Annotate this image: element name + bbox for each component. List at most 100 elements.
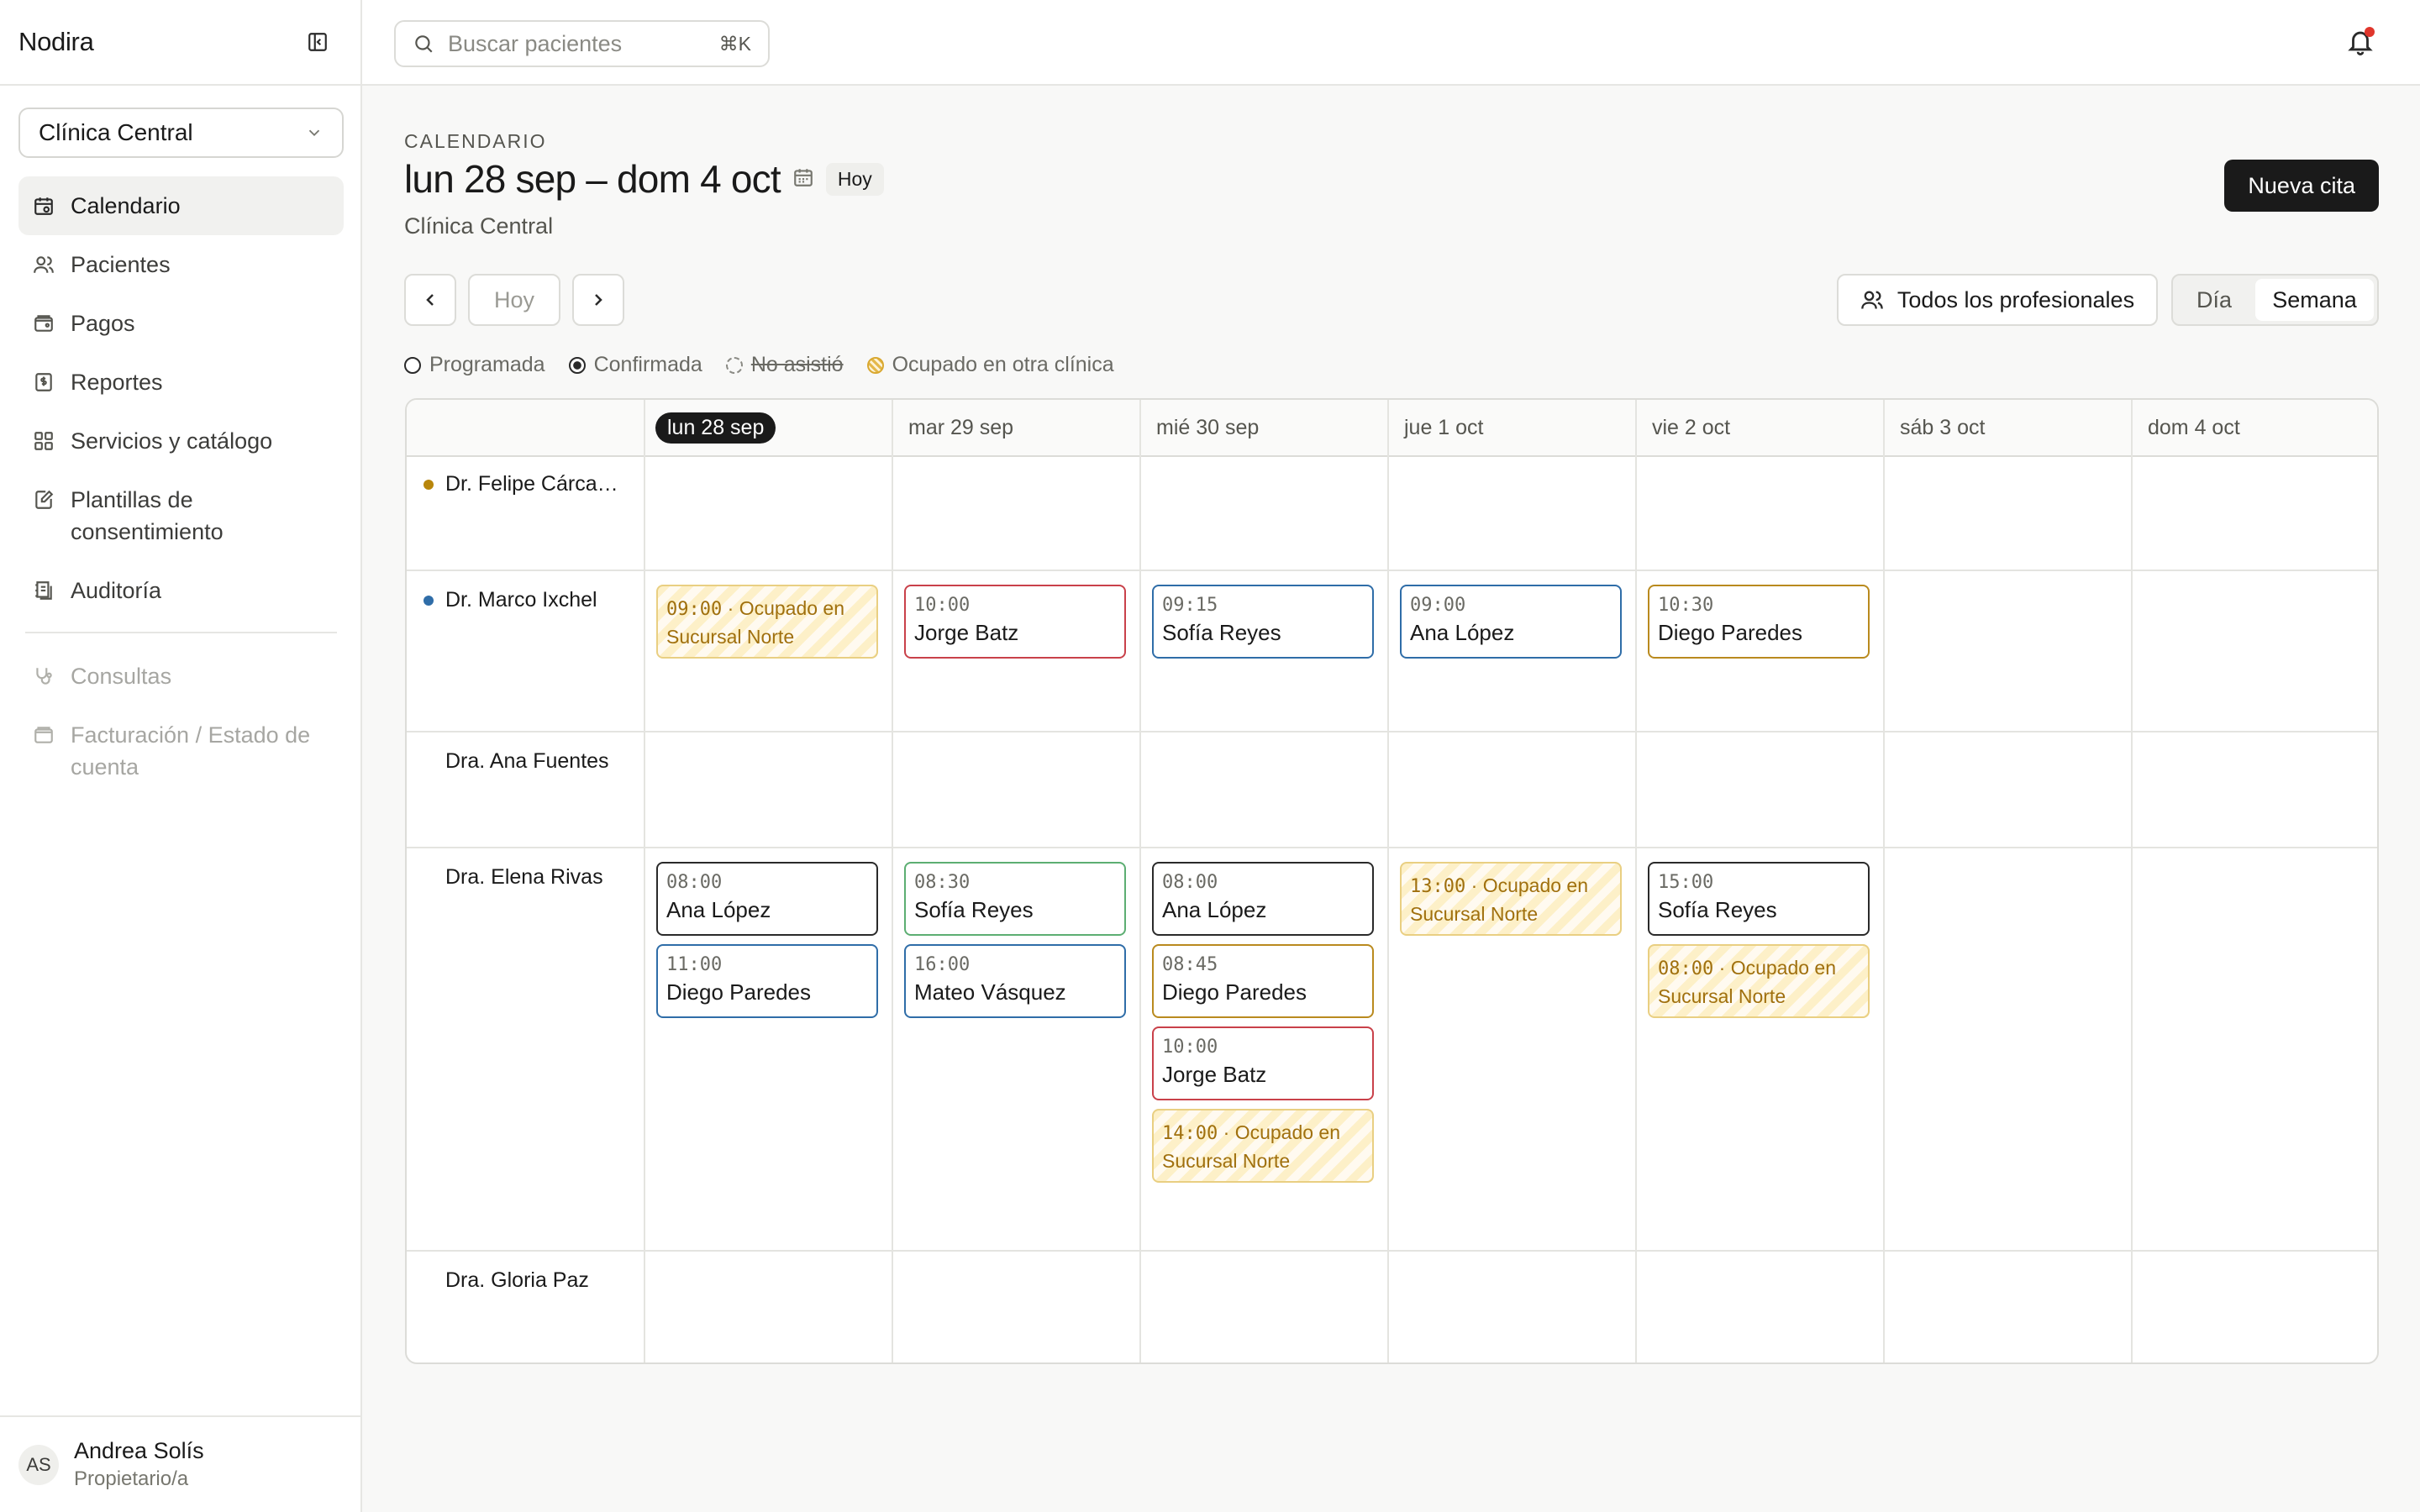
professional-label[interactable]: Dr. Felipe Cárca… bbox=[424, 472, 629, 496]
appointment-card[interactable]: 08:00 Ana López bbox=[1152, 862, 1374, 936]
appointment-card[interactable]: 15:00 Sofía Reyes bbox=[1648, 862, 1870, 936]
sidebar-item-reportes[interactable]: Reportes bbox=[18, 353, 344, 412]
day-header-label: lun 28 sep bbox=[655, 412, 776, 444]
calendar-cell[interactable] bbox=[2133, 734, 2377, 847]
day-header[interactable]: lun 28 sep bbox=[644, 400, 892, 455]
busy-block[interactable]: 09:00 · Ocupado en Sucursal Norte bbox=[656, 585, 878, 659]
calendar-cell[interactable] bbox=[1389, 1253, 1635, 1362]
search-placeholder: Buscar pacientes bbox=[448, 30, 623, 56]
collapse-sidebar-icon[interactable] bbox=[305, 29, 330, 55]
professional-label[interactable]: Dra. Ana Fuentes bbox=[424, 749, 629, 774]
appointment-card[interactable]: 08:45 Diego Paredes bbox=[1152, 944, 1374, 1018]
day-header[interactable]: dom 4 oct bbox=[2131, 400, 2377, 455]
sidebar-item-servicios[interactable]: Servicios y catálogo bbox=[18, 412, 344, 470]
professional-name: Dra. Elena Rivas bbox=[445, 865, 603, 889]
today-chip[interactable]: Hoy bbox=[825, 162, 884, 196]
day-header[interactable]: mié 30 sep bbox=[1139, 400, 1387, 455]
appointment-card[interactable]: 08:30 Sofía Reyes bbox=[904, 862, 1126, 936]
calendar-cell[interactable] bbox=[645, 457, 892, 570]
professional-label[interactable]: Dra. Gloria Paz bbox=[424, 1268, 629, 1293]
calendar-cell[interactable] bbox=[1885, 850, 2131, 1250]
calendar-cell[interactable] bbox=[1141, 734, 1387, 847]
professionals-filter-button[interactable]: Todos los profesionales bbox=[1837, 274, 2158, 326]
sidebar-item-plantillas[interactable]: Plantillas de consentimiento bbox=[18, 470, 344, 561]
busy-block-time: 13:00 bbox=[1410, 876, 1466, 897]
appointment-card[interactable]: 08:00 Ana López bbox=[656, 862, 878, 936]
column-divider bbox=[1139, 400, 1141, 1362]
sidebar-divider bbox=[25, 632, 337, 633]
day-header[interactable]: jue 1 oct bbox=[1387, 400, 1635, 455]
sidebar-item-pacientes[interactable]: Pacientes bbox=[18, 235, 344, 294]
view-week-button[interactable]: Semana bbox=[2255, 279, 2374, 321]
search-input[interactable]: Buscar pacientes ⌘K bbox=[394, 20, 770, 67]
clinic-select-value: Clínica Central bbox=[39, 119, 193, 145]
day-header-label: mié 30 sep bbox=[1156, 415, 1260, 439]
appointment-card[interactable]: 09:00 Ana López bbox=[1400, 585, 1622, 659]
calendar-cell[interactable] bbox=[1637, 734, 1883, 847]
clinic-select[interactable]: Clínica Central bbox=[18, 108, 344, 158]
busy-block-text: 08:00 · Ocupado en Sucursal Norte bbox=[1658, 954, 1860, 1010]
professional-label[interactable]: Dra. Elena Rivas bbox=[424, 865, 629, 890]
confirmed-dot-icon bbox=[568, 356, 586, 374]
calendar-cell[interactable] bbox=[893, 734, 1139, 847]
calendar-cell[interactable] bbox=[1885, 1253, 2131, 1362]
appointment-card[interactable]: 11:00 Diego Paredes bbox=[656, 944, 878, 1018]
professional-label[interactable]: Dr. Marco Ixchel bbox=[424, 588, 629, 612]
today-button[interactable]: Hoy bbox=[468, 274, 560, 326]
appointment-card[interactable]: 09:15 Sofía Reyes bbox=[1152, 585, 1374, 659]
separator: · bbox=[1713, 957, 1731, 979]
calendar-cell[interactable] bbox=[1141, 1253, 1387, 1362]
calendar-cell[interactable] bbox=[1885, 734, 2131, 847]
sidebar-item-facturacion: Facturación / Estado de cuenta bbox=[18, 706, 344, 796]
busy-block[interactable]: 08:00 · Ocupado en Sucursal Norte bbox=[1648, 944, 1870, 1018]
calendar-cell[interactable] bbox=[1141, 457, 1387, 570]
day-header[interactable]: vie 2 oct bbox=[1635, 400, 1883, 455]
legend-confirmed: Confirmada bbox=[568, 353, 702, 377]
busy-block[interactable]: 13:00 · Ocupado en Sucursal Norte bbox=[1400, 862, 1622, 936]
day-header[interactable]: sáb 3 oct bbox=[1883, 400, 2131, 455]
professional-name: Dr. Marco Ixchel bbox=[445, 588, 597, 612]
calendar-cell[interactable] bbox=[2133, 573, 2377, 731]
calendar-cell[interactable] bbox=[893, 457, 1139, 570]
calendar-cell[interactable] bbox=[1885, 457, 2131, 570]
appointment-card[interactable]: 10:00 Jorge Batz bbox=[1152, 1026, 1374, 1100]
calendar-cell[interactable] bbox=[2133, 457, 2377, 570]
day-header-label: mar 29 sep bbox=[908, 415, 1014, 439]
calendar-cell[interactable] bbox=[2133, 850, 2377, 1250]
sidebar-item-auditoria[interactable]: Auditoría bbox=[18, 561, 344, 620]
calendar-cell[interactable] bbox=[2133, 1253, 2377, 1362]
view-day-button[interactable]: Día bbox=[2176, 279, 2252, 321]
calendar-cell[interactable] bbox=[1637, 457, 1883, 570]
date-picker-icon[interactable] bbox=[792, 166, 814, 192]
appointment-time: 10:00 bbox=[914, 595, 971, 616]
new-appointment-button[interactable]: Nueva cita bbox=[2224, 160, 2379, 212]
professional-row: Dra. Gloria Paz bbox=[407, 1253, 2377, 1362]
calendar-cell[interactable] bbox=[1389, 457, 1635, 570]
appointment-card[interactable]: 16:00 Mateo Vásquez bbox=[904, 944, 1126, 1018]
calendar-cell[interactable] bbox=[645, 734, 892, 847]
next-week-button[interactable] bbox=[572, 274, 624, 326]
brand-logo[interactable]: Nodira bbox=[18, 27, 94, 57]
calendar-cell[interactable] bbox=[1389, 734, 1635, 847]
day-header[interactable]: mar 29 sep bbox=[892, 400, 1139, 455]
appointment-card[interactable]: 10:30 Diego Paredes bbox=[1648, 585, 1870, 659]
previous-week-button[interactable] bbox=[404, 274, 456, 326]
sidebar-item-label: Servicios y catálogo bbox=[71, 428, 273, 454]
calendar-cell[interactable] bbox=[893, 1253, 1139, 1362]
calendar-cell[interactable] bbox=[645, 1253, 892, 1362]
sidebar-item-pagos[interactable]: Pagos bbox=[18, 294, 344, 353]
page-title: lun 28 sep – dom 4 oct bbox=[404, 157, 781, 201]
appointment-card[interactable]: 10:00 Jorge Batz bbox=[904, 585, 1126, 659]
busy-block[interactable]: 14:00 · Ocupado en Sucursal Norte bbox=[1152, 1109, 1374, 1183]
user-menu[interactable]: AS Andrea Solís Propietario/a bbox=[0, 1415, 360, 1512]
notifications-button[interactable] bbox=[2346, 27, 2378, 59]
separator: · bbox=[722, 597, 739, 619]
sidebar-item-calendario[interactable]: Calendario bbox=[18, 176, 344, 235]
calendar-cell[interactable] bbox=[1885, 573, 2131, 731]
chevron-right-icon bbox=[595, 294, 602, 306]
appointment-time: 08:00 bbox=[666, 872, 723, 893]
appointment-time: 08:30 bbox=[914, 872, 971, 893]
calendar-cell[interactable] bbox=[1637, 1253, 1883, 1362]
appointment-time: 16:00 bbox=[914, 954, 971, 975]
sidebar-item-label: Plantillas de consentimiento bbox=[71, 487, 224, 544]
